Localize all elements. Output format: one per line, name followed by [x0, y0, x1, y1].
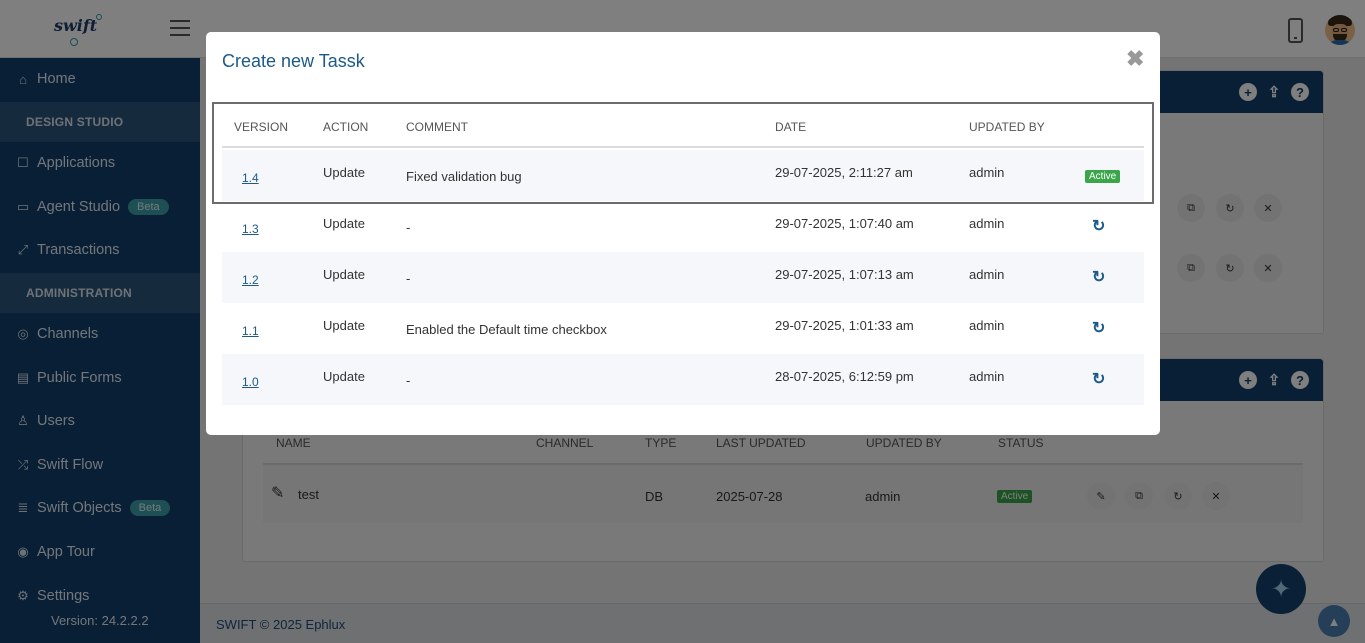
modal-title: Create new Tassk — [222, 51, 365, 71]
row-date: 28-07-2025, 6:12:59 pm — [775, 369, 914, 384]
row-action: Update — [323, 318, 365, 333]
row-updated-by: admin — [969, 318, 1005, 333]
row-comment: - — [406, 271, 411, 286]
row-date: 29-07-2025, 2:11:27 am — [775, 165, 913, 180]
row-date: 29-07-2025, 1:07:13 am — [775, 267, 914, 282]
version-link[interactable]: 1.0 — [242, 375, 259, 389]
version-link[interactable]: 1.4 — [242, 171, 259, 185]
close-icon[interactable]: ✖ — [1126, 46, 1144, 72]
version-link[interactable]: 1.1 — [242, 324, 259, 338]
column-header-version: VERSION — [234, 120, 289, 134]
row-updated-by: admin — [969, 216, 1005, 231]
row-comment: - — [406, 373, 411, 388]
column-header-date: DATE — [775, 120, 807, 134]
row-date: 29-07-2025, 1:07:40 am — [775, 216, 914, 231]
column-header-updated-by: UPDATED BY — [969, 120, 1045, 134]
table-row: 1.0 Update - 28-07-2025, 6:12:59 pm admi… — [222, 354, 1144, 405]
restore-version-icon[interactable]: ↻ — [1092, 318, 1105, 338]
column-header-action: ACTION — [323, 120, 369, 134]
row-updated-by: admin — [969, 267, 1005, 282]
table-row: 1.1 Update Enabled the Default time chec… — [222, 303, 1144, 354]
row-action: Update — [323, 267, 365, 282]
row-date: 29-07-2025, 1:01:33 am — [775, 318, 914, 333]
table-row: 1.3 Update - 29-07-2025, 1:07:40 am admi… — [222, 201, 1144, 252]
row-action: Update — [323, 165, 365, 180]
version-history-modal: Create new Tassk ✖ VERSION ACTION COMMEN… — [206, 32, 1160, 435]
restore-version-icon[interactable]: ↻ — [1092, 369, 1105, 389]
version-link[interactable]: 1.3 — [242, 222, 259, 236]
row-comment: Enabled the Default time checkbox — [406, 322, 607, 337]
row-action: Update — [323, 369, 365, 384]
table-header-row: VERSION ACTION COMMENT DATE UPDATED BY — [222, 105, 1144, 148]
row-updated-by: admin — [969, 165, 1005, 180]
row-action: Update — [323, 216, 365, 231]
row-updated-by: admin — [969, 369, 1005, 384]
restore-version-icon[interactable]: ↻ — [1092, 216, 1105, 236]
column-header-comment: COMMENT — [406, 120, 468, 134]
status-badge: Active — [1085, 170, 1121, 183]
restore-version-icon[interactable]: ↻ — [1092, 267, 1105, 287]
row-comment: - — [406, 220, 411, 235]
table-row: 1.4 Update Fixed validation bug 29-07-20… — [222, 150, 1144, 201]
version-link[interactable]: 1.2 — [242, 273, 259, 287]
row-comment: Fixed validation bug — [406, 169, 522, 184]
table-row: 1.2 Update - 29-07-2025, 1:07:13 am admi… — [222, 252, 1144, 303]
